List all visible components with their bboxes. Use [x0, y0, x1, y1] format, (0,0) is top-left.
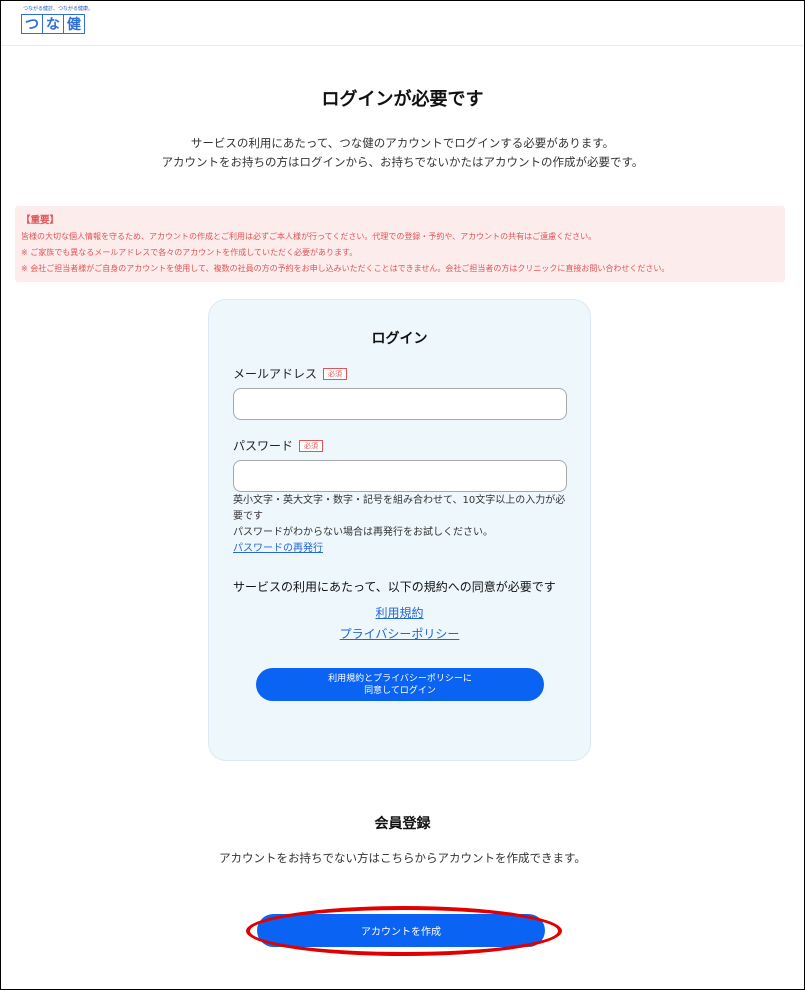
intro-line-1: サービスの利用にあたって、つな健のアカウントでログインする必要があります。 — [190, 136, 615, 150]
password-reset-link[interactable]: パスワードの再発行 — [233, 543, 323, 554]
login-card: ログイン メールアドレス 必須 パスワード 必須 英小文字・英大文字・数字・記号… — [208, 299, 591, 761]
email-label: メールアドレス — [233, 367, 318, 381]
agreement-text: サービスの利用にあたって、以下の規約への同意が必要です — [233, 580, 556, 594]
login-button-line-1: 利用規約とプライバシーポリシーに — [328, 673, 472, 684]
agree-and-login-button[interactable]: 利用規約とプライバシーポリシーに 同意してログイン — [256, 668, 544, 701]
required-badge: 必須 — [323, 367, 348, 380]
email-label-row: メールアドレス 必須 — [233, 365, 348, 382]
logo-char: つ — [21, 14, 43, 34]
page-title: ログインが必要です — [321, 89, 484, 110]
password-hint-reset: パスワードがわからない場合は再発行をお試しください。 — [233, 527, 493, 538]
required-badge: 必須 — [299, 439, 324, 452]
notice-line-2: ※ ご家族でも異なるメールアドレスで各々のアカウントを作成していただく必要があり… — [21, 248, 358, 257]
logo-char: 健 — [63, 14, 85, 34]
logo-tagline: つながる健診、つながる健康。 — [23, 6, 94, 12]
register-title: 会員登録 — [374, 816, 431, 832]
intro-text: サービスの利用にあたって、つな健のアカウントでログインする必要があります。 アカ… — [1, 134, 804, 172]
logo[interactable]: つながる健診、つながる健康。 つ な 健 — [21, 5, 101, 37]
header: つながる健診、つながる健康。 つ な 健 — [1, 1, 804, 46]
password-hint-rule: 英小文字・英大文字・数字・記号を組み合わせて、10文字以上の入力が必要です — [233, 495, 566, 522]
privacy-policy-link[interactable]: プライバシーポリシー — [209, 625, 590, 642]
logo-mark: つ な 健 — [21, 14, 85, 34]
login-button-label: 利用規約とプライバシーポリシーに 同意してログイン — [328, 673, 472, 697]
create-account-button[interactable]: アカウントを作成 — [257, 914, 545, 947]
password-label: パスワード — [233, 439, 294, 453]
notice-heading: 【重要】 — [21, 215, 60, 226]
important-notice: 【重要】 皆様の大切な個人情報を守るため、アカウントの作成とご利用は必ずご本人様… — [15, 206, 785, 282]
email-field[interactable] — [233, 388, 567, 420]
page-frame: つながる健診、つながる健康。 つ な 健 ログインが必要です サービスの利用にあ… — [0, 0, 805, 990]
login-button-line-2: 同意してログイン — [364, 685, 436, 696]
password-label-row: パスワード 必須 — [233, 437, 324, 454]
password-hint: 英小文字・英大文字・数字・記号を組み合わせて、10文字以上の入力が必要です パス… — [233, 493, 573, 557]
notice-line-3: ※ 会社ご担当者様がご自身のアカウントを使用して、複数の社員の方の予約をお申し込… — [21, 264, 670, 273]
password-field[interactable] — [233, 460, 567, 492]
register-text: アカウントをお持ちでない方はこちらからアカウントを作成できます。 — [219, 851, 586, 865]
terms-link[interactable]: 利用規約 — [209, 604, 590, 621]
intro-line-2: アカウントをお持ちの方はログインから、お持ちでないかたはアカウントの作成が必要で… — [161, 155, 644, 169]
login-title: ログイン — [371, 331, 428, 347]
notice-line-1: 皆様の大切な個人情報を守るため、アカウントの作成とご利用は必ずご本人様が行ってく… — [21, 232, 597, 241]
logo-char: な — [42, 14, 64, 34]
